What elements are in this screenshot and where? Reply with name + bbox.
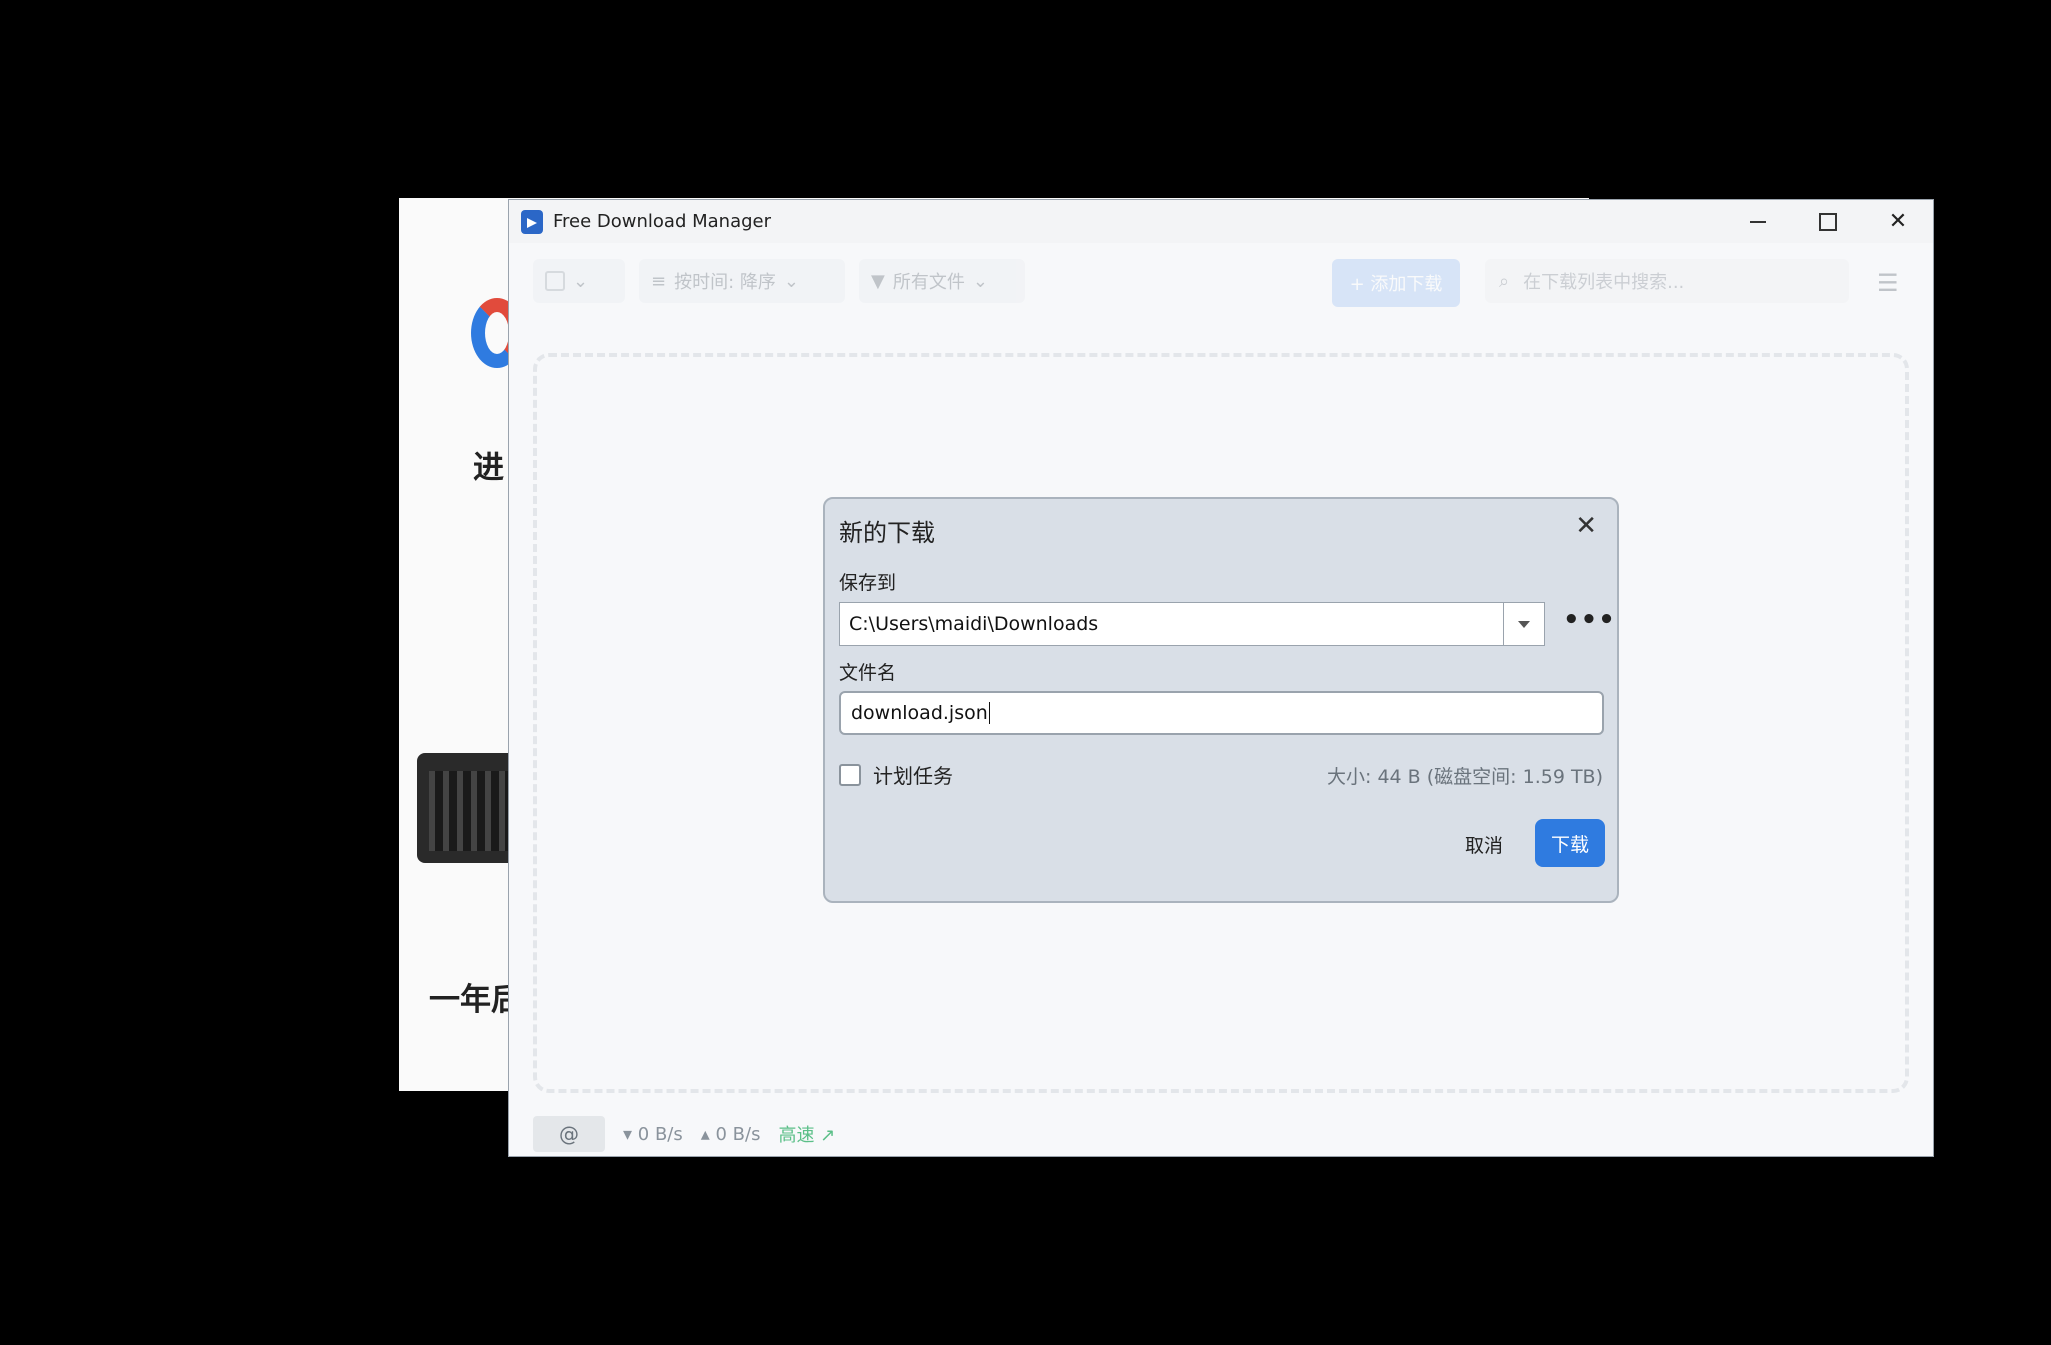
sort-dropdown[interactable]: ≡ 按时间: 降序 ⌄: [639, 259, 845, 303]
filter-label: 所有文件: [892, 272, 965, 293]
title-bar: Free Download Manager ✕: [509, 200, 1933, 243]
maximize-button[interactable]: [1793, 200, 1863, 243]
minimize-button[interactable]: [1723, 200, 1793, 243]
select-all-checkbox[interactable]: [545, 271, 565, 291]
chevron-down-icon: ⌄: [783, 270, 799, 292]
chevron-down-icon: ⌄: [573, 270, 589, 292]
dropdown-arrow-icon: [1518, 620, 1530, 628]
status-bar: @ ▾ 0 B/s ▴ 0 B/s 高速 ↗: [533, 1116, 835, 1152]
save-path-value[interactable]: C:\Users\maidi\Downloads: [840, 613, 1503, 635]
schedule-row: 计划任务: [839, 760, 953, 789]
dialog-title: 新的下载: [839, 519, 935, 547]
window-controls: ✕: [1723, 200, 1933, 243]
window-title: Free Download Manager: [553, 211, 772, 232]
browse-folder-button[interactable]: •••: [1563, 605, 1616, 635]
size-info: 大小: 44 B (磁盘空间: 1.59 TB): [1327, 766, 1603, 788]
filename-value: download.json: [851, 702, 988, 724]
dialog-close-button[interactable]: ✕: [1575, 511, 1597, 541]
search-input[interactable]: ⌕ 在下载列表中搜索...: [1485, 259, 1849, 303]
menu-icon[interactable]: ☰: [1877, 269, 1899, 297]
text-caret: [988, 702, 990, 724]
close-window-button[interactable]: ✕: [1863, 200, 1933, 243]
filter-icon: ▼: [871, 270, 885, 292]
chevron-down-icon: ⌄: [972, 270, 988, 292]
new-download-dialog: 新的下载 ✕ 保存到 C:\Users\maidi\Downloads ••• …: [823, 497, 1619, 903]
close-icon: ✕: [1888, 209, 1908, 234]
search-placeholder: 在下载列表中搜索...: [1523, 272, 1685, 293]
snail-mode-toggle[interactable]: @: [533, 1116, 605, 1152]
filename-input[interactable]: download.json: [839, 691, 1604, 735]
filter-dropdown[interactable]: ▼ 所有文件 ⌄: [859, 259, 1025, 303]
fdm-app-icon: [521, 209, 543, 234]
schedule-checkbox[interactable]: [839, 763, 861, 786]
close-icon: ✕: [1575, 511, 1597, 541]
snail-icon: @: [559, 1122, 579, 1146]
download-button[interactable]: 下载: [1535, 819, 1605, 867]
sort-icon: ≡: [651, 270, 667, 292]
cancel-button[interactable]: 取消: [1465, 831, 1503, 858]
upload-speed: ▴ 0 B/s: [700, 1123, 761, 1145]
sort-label: 按时间: 降序: [674, 272, 776, 293]
speed-mode[interactable]: 高速 ↗: [778, 1121, 835, 1147]
add-download-button[interactable]: + 添加下载: [1332, 259, 1460, 307]
select-all-dropdown[interactable]: ⌄: [533, 259, 625, 303]
maximize-icon: [1819, 212, 1837, 231]
search-icon: ⌕: [1499, 270, 1510, 292]
save-path-dropdown-button[interactable]: [1503, 603, 1544, 645]
download-speed: ▾ 0 B/s: [623, 1123, 683, 1145]
filename-label: 文件名: [839, 662, 897, 684]
minimize-icon: [1750, 220, 1766, 223]
save-path-combobox[interactable]: C:\Users\maidi\Downloads: [839, 602, 1545, 646]
save-to-label: 保存到: [839, 572, 897, 594]
toolbar: ⌄ ≡ 按时间: 降序 ⌄ ▼ 所有文件 ⌄ + 添加下载 ⌕ 在下载列表中搜索…: [509, 243, 1933, 315]
background-heading: 进: [473, 450, 504, 486]
schedule-label[interactable]: 计划任务: [873, 760, 953, 789]
trend-up-icon: ↗: [820, 1125, 836, 1146]
